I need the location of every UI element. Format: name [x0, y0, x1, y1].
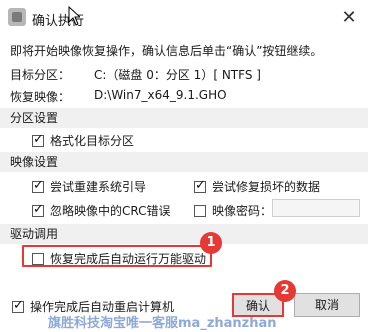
rebuild-boot-checkbox[interactable]: 尝试重建系统引导	[32, 178, 146, 195]
restore-image-label: 恢复映像：	[10, 90, 71, 104]
image-password-label: 映像密码：	[212, 204, 273, 218]
checkbox-icon[interactable]	[32, 178, 44, 193]
step-badge-2: 2	[274, 280, 296, 302]
image-settings-header: 映像设置	[0, 152, 368, 172]
target-partition-label: 目标分区：	[10, 68, 71, 82]
repair-data-label: 尝试修复损坏的数据	[212, 180, 321, 194]
checkbox-icon[interactable]	[194, 178, 206, 193]
target-partition-value: C:（磁盘 0：分区 1）[ NTFS ]	[94, 68, 261, 82]
step-badge-1: 1	[200, 232, 222, 254]
repair-data-checkbox[interactable]: 尝试修复损坏的数据	[194, 178, 320, 195]
intro-text: 即将开始映像恢复操作，确认信息后单击“确认”按钮继续。	[10, 44, 323, 58]
checkbox-icon[interactable]	[194, 204, 206, 217]
ignore-crc-label: 忽略映像中的CRC错误	[50, 204, 171, 218]
title-bar: 确认执行 ✕	[0, 0, 368, 34]
run-driver-label: 恢复完成后自动运行万能驱动	[50, 252, 207, 266]
checkbox-icon[interactable]	[32, 202, 44, 217]
rebuild-boot-label: 尝试重建系统引导	[50, 180, 147, 194]
close-icon[interactable]: ✕	[338, 7, 360, 29]
checkbox-icon[interactable]	[32, 132, 44, 147]
format-partition-label: 格式化目标分区	[50, 134, 135, 148]
mouse-cursor-icon	[68, 6, 80, 26]
restore-image-value: D:\Win7_x64_9.1.GHO	[94, 88, 227, 102]
driver-call-header: 驱动调用	[0, 224, 368, 244]
run-driver-checkbox[interactable]: 恢复完成后自动运行万能驱动	[32, 250, 206, 267]
watermark-text: 旗胜科技淘宝唯一客服ma_zhanzhan	[48, 316, 277, 331]
ignore-crc-checkbox[interactable]: 忽略映像中的CRC错误	[32, 202, 171, 219]
checkbox-icon[interactable]	[12, 298, 24, 313]
checkbox-icon[interactable]	[32, 252, 44, 265]
cancel-button[interactable]: 取消	[294, 293, 360, 317]
app-icon	[8, 8, 26, 26]
partition-settings-header: 分区设置	[0, 108, 368, 128]
image-password-checkbox[interactable]: 映像密码：	[194, 202, 272, 219]
image-password-input[interactable]	[272, 199, 360, 217]
format-partition-checkbox[interactable]: 格式化目标分区	[32, 132, 134, 149]
